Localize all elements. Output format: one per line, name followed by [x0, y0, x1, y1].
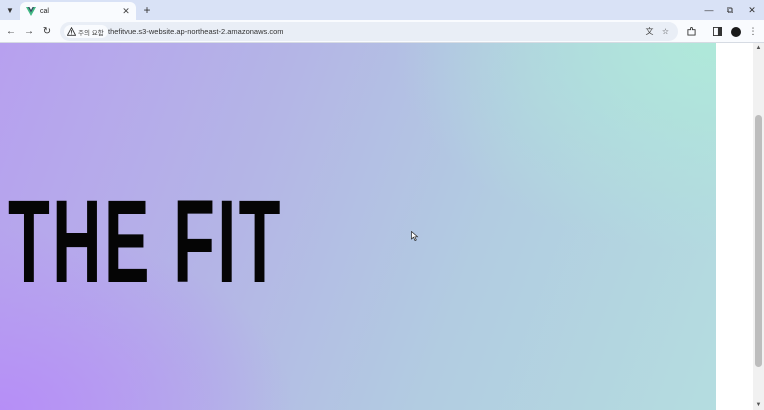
browser-toolbar: ← → ↻ 주의 요함 thefitvue.s3-website.ap-nort…: [0, 20, 764, 43]
tab-title: cal: [40, 7, 49, 15]
puzzle-icon: [686, 26, 696, 36]
reload-icon: ↻: [42, 25, 52, 37]
warning-icon: [67, 27, 76, 36]
active-tab[interactable]: cal ✕: [20, 2, 136, 20]
vertical-scrollbar[interactable]: ▲ ▼: [753, 43, 764, 410]
reload-button[interactable]: ↻: [40, 24, 54, 38]
url-text[interactable]: thefitvue.s3-website.ap-northeast-2.amaz…: [108, 27, 284, 36]
side-panel-button[interactable]: [710, 24, 724, 38]
triangle-down-icon: ▼: [755, 402, 762, 408]
back-button[interactable]: ←: [4, 24, 18, 38]
forward-arrow-icon: →: [24, 25, 34, 37]
vue-logo-icon: [26, 6, 36, 16]
security-chip[interactable]: 주의 요함: [64, 25, 108, 38]
tab-strip: ▼ cal ✕ + — ⧉ ✕: [0, 0, 764, 20]
minimize-icon: —: [704, 5, 714, 15]
restore-button[interactable]: ⧉: [723, 3, 737, 17]
star-icon: ☆: [661, 27, 670, 36]
side-panel-icon: [712, 26, 722, 36]
browser-menu-button[interactable]: ⋮: [746, 24, 760, 38]
page-viewport: THE FIT ▲ ▼: [0, 43, 764, 410]
back-arrow-icon: ←: [6, 25, 16, 37]
chevron-down-icon: ▼: [6, 5, 14, 15]
security-label: 주의 요함: [78, 29, 104, 37]
address-bar[interactable]: 주의 요함 thefitvue.s3-website.ap-northeast-…: [60, 22, 678, 41]
close-icon: ✕: [748, 4, 756, 15]
close-window-button[interactable]: ✕: [745, 3, 759, 17]
translate-button[interactable]: 文: [643, 25, 656, 38]
forward-button[interactable]: →: [22, 24, 36, 38]
translate-icon: 文: [645, 27, 654, 36]
hero-section: THE FIT: [0, 43, 716, 410]
triangle-up-icon: ▲: [755, 45, 762, 51]
profile-avatar[interactable]: [731, 27, 741, 37]
extensions-button[interactable]: [684, 24, 698, 38]
tab-close-button[interactable]: ✕: [120, 5, 132, 17]
mouse-cursor-icon: [411, 231, 419, 241]
tab-list-button[interactable]: ▼: [3, 3, 17, 17]
bookmark-button[interactable]: ☆: [659, 25, 672, 38]
scroll-down-button[interactable]: ▼: [753, 400, 764, 410]
scroll-up-button[interactable]: ▲: [753, 43, 764, 53]
scroll-thumb[interactable]: [755, 115, 762, 367]
restore-icon: ⧉: [726, 4, 734, 15]
kebab-menu-icon: ⋮: [748, 25, 758, 36]
plus-icon: +: [143, 3, 151, 17]
hero-title: THE FIT: [8, 176, 283, 308]
close-icon: ✕: [122, 5, 130, 16]
new-tab-button[interactable]: +: [140, 3, 154, 17]
minimize-button[interactable]: —: [702, 3, 716, 17]
